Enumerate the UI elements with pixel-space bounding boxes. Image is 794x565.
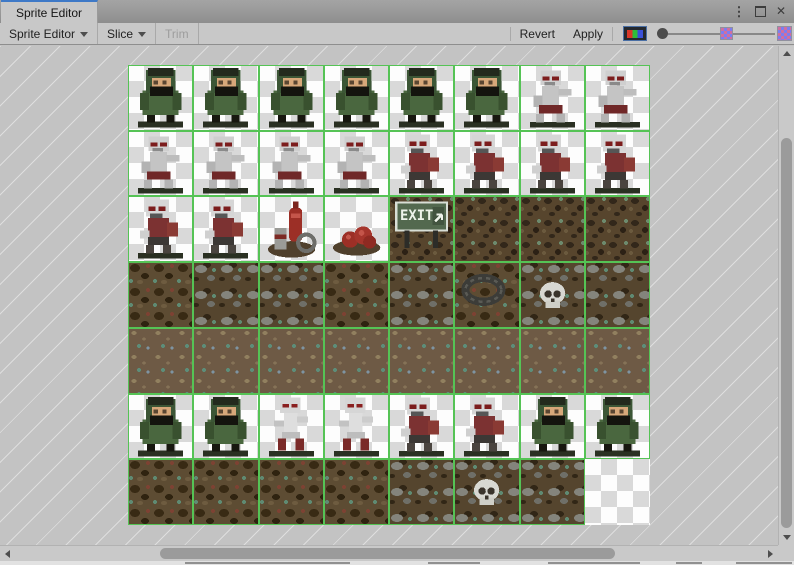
sprite-cell-empty xyxy=(585,459,650,525)
sprite-cell-extinguisher[interactable] xyxy=(259,196,324,262)
vertical-scrollbar-thumb[interactable] xyxy=(781,138,792,528)
chevron-down-icon xyxy=(80,32,88,37)
scroll-up-arrow-icon[interactable] xyxy=(783,51,791,56)
sprite-cell-dirt-plain[interactable] xyxy=(324,328,389,394)
sprite-cell-skel-white[interactable] xyxy=(324,394,389,460)
tab-sprite-editor[interactable]: Sprite Editor xyxy=(1,0,98,23)
sprite-cell-zombie-white[interactable] xyxy=(259,131,324,197)
sprite-cell-dirt-skull[interactable] xyxy=(520,262,585,328)
scroll-left-arrow-icon[interactable] xyxy=(5,550,10,558)
maximize-icon[interactable] xyxy=(753,4,767,18)
sprite-cell-dirt-skull[interactable] xyxy=(454,459,519,525)
sprite-cell-dirt-rocky[interactable] xyxy=(324,459,389,525)
sprite-cell-zombie-white[interactable] xyxy=(324,131,389,197)
sprite-cell-exit[interactable]: EXIT xyxy=(389,196,454,262)
sprite-cell-dirt-tire[interactable] xyxy=(454,262,519,328)
scroll-down-arrow-icon[interactable] xyxy=(783,535,791,540)
sprite-cell-zombie-red[interactable] xyxy=(389,131,454,197)
sprite-cell-meat[interactable] xyxy=(324,196,389,262)
sprite-cell-dirt-dark[interactable] xyxy=(520,196,585,262)
sprite-cell-zombie-red[interactable] xyxy=(585,131,650,197)
sprite-cell-hooded[interactable] xyxy=(193,394,258,460)
sprite-cell-hooded[interactable] xyxy=(389,65,454,131)
rgb-color-toggle-icon[interactable] xyxy=(623,26,647,41)
svg-text:EXIT: EXIT xyxy=(400,209,433,225)
toolbar: Sprite Editor Slice Trim Revert Apply xyxy=(0,23,794,45)
sprite-cell-dirt-plain[interactable] xyxy=(193,328,258,394)
sprite-cell-zombie-white[interactable] xyxy=(585,65,650,131)
slice-menu-button[interactable]: Slice xyxy=(98,23,156,44)
sprite-cell-dirt-plain[interactable] xyxy=(520,328,585,394)
sprite-cell-hooded[interactable] xyxy=(128,394,193,460)
tab-title: Sprite Editor xyxy=(16,6,82,20)
sprite-cell-dirt-rocky[interactable] xyxy=(128,262,193,328)
mip-slider-track[interactable] xyxy=(733,33,775,35)
sprite-cell-dirt-rocky[interactable] xyxy=(259,459,324,525)
sprite-cell-dirt-dark[interactable] xyxy=(585,196,650,262)
sprite-cell-zombie-red[interactable] xyxy=(128,196,193,262)
sprite-cell-dirt-plain[interactable] xyxy=(389,328,454,394)
sprite-cell-hooded[interactable] xyxy=(520,394,585,460)
sprite-cell-dirt-debris[interactable] xyxy=(389,459,454,525)
vertical-scrollbar[interactable] xyxy=(778,46,794,545)
sprite-cell-dirt-debris[interactable] xyxy=(193,262,258,328)
sprite-cell-hooded[interactable] xyxy=(193,65,258,131)
sprite-cell-dirt-debris[interactable] xyxy=(520,459,585,525)
sprite-cell-dirt-debris[interactable] xyxy=(389,262,454,328)
sprite-cell-zombie-white[interactable] xyxy=(520,65,585,131)
trim-button[interactable]: Trim xyxy=(156,23,199,44)
sprite-cell-dirt-debris[interactable] xyxy=(259,262,324,328)
mip-texture-small-icon xyxy=(720,27,733,40)
sprite-cell-zombie-red[interactable] xyxy=(454,394,519,460)
sprite-cell-dirt-plain[interactable] xyxy=(585,328,650,394)
sprite-cell-dirt-plain[interactable] xyxy=(128,328,193,394)
texture-canvas[interactable]: EXIT xyxy=(0,46,778,545)
sprite-editor-menu-button[interactable]: Sprite Editor xyxy=(0,23,98,44)
sprite-cell-dirt-rocky[interactable] xyxy=(324,262,389,328)
clipped-bottom-edge xyxy=(0,561,794,565)
sprite-cell-zombie-red[interactable] xyxy=(520,131,585,197)
chevron-down-icon xyxy=(138,32,146,37)
sprite-cell-hooded[interactable] xyxy=(454,65,519,131)
sprite-cell-hooded[interactable] xyxy=(128,65,193,131)
zoom-and-mip-sliders xyxy=(657,26,794,41)
sprite-cell-hooded[interactable] xyxy=(585,394,650,460)
zoom-slider-track[interactable] xyxy=(668,33,720,35)
sprite-cell-skel-white[interactable] xyxy=(259,394,324,460)
scroll-right-arrow-icon[interactable] xyxy=(768,550,773,558)
mip-texture-large-icon xyxy=(777,26,792,41)
sprite-cell-dirt-debris[interactable] xyxy=(585,262,650,328)
horizontal-scrollbar[interactable] xyxy=(0,545,778,561)
window-titlebar: Sprite Editor ⋮ ✕ xyxy=(0,0,794,24)
horizontal-scrollbar-thumb[interactable] xyxy=(160,548,615,559)
sprite-editor-window: Sprite Editor ⋮ ✕ Sprite Editor Slice Tr… xyxy=(0,0,794,565)
apply-button[interactable]: Apply xyxy=(564,27,613,41)
kebab-menu-icon[interactable]: ⋮ xyxy=(732,4,746,18)
sprite-cell-zombie-red[interactable] xyxy=(454,131,519,197)
sprite-cell-hooded[interactable] xyxy=(259,65,324,131)
close-icon[interactable]: ✕ xyxy=(774,4,788,18)
sprite-cell-dirt-plain[interactable] xyxy=(259,328,324,394)
sprite-cell-zombie-red[interactable] xyxy=(389,394,454,460)
sprite-cell-zombie-white[interactable] xyxy=(193,131,258,197)
sprite-cell-dirt-rocky[interactable] xyxy=(193,459,258,525)
sprite-cell-zombie-white[interactable] xyxy=(128,131,193,197)
revert-button[interactable]: Revert xyxy=(510,27,564,41)
sprite-cell-dirt-rocky[interactable] xyxy=(128,459,193,525)
zoom-slider-knob[interactable] xyxy=(657,28,668,39)
scrollbar-corner xyxy=(778,545,794,561)
sprite-cell-dirt-dark[interactable] xyxy=(454,196,519,262)
sprite-sheet[interactable]: EXIT xyxy=(128,65,650,525)
sprite-cell-dirt-plain[interactable] xyxy=(454,328,519,394)
sprite-cell-hooded[interactable] xyxy=(324,65,389,131)
sprite-cell-zombie-red[interactable] xyxy=(193,196,258,262)
